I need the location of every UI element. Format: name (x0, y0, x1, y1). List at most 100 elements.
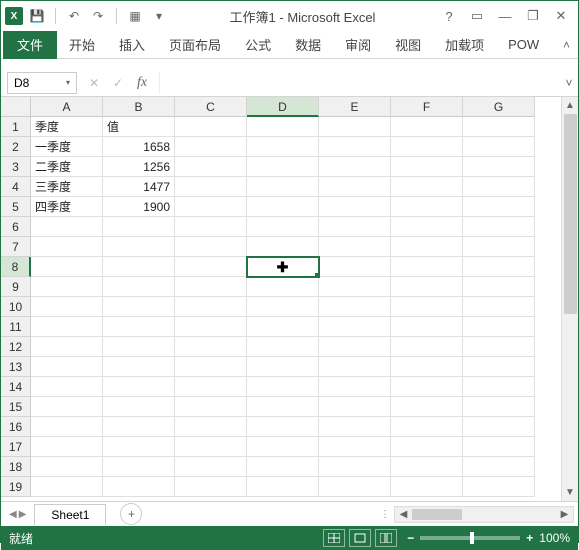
cell[interactable] (463, 357, 535, 377)
cell[interactable] (103, 457, 175, 477)
cell[interactable] (463, 417, 535, 437)
cell[interactable] (319, 337, 391, 357)
cell[interactable] (103, 317, 175, 337)
split-handle-icon[interactable]: ⋮ (380, 509, 390, 520)
cell[interactable] (31, 257, 103, 277)
collapse-ribbon-button[interactable]: ˄ (555, 38, 578, 52)
cell[interactable] (319, 357, 391, 377)
cell[interactable] (319, 217, 391, 237)
cell[interactable] (247, 237, 319, 257)
tab-formulas[interactable]: 公式 (233, 31, 283, 59)
cell[interactable] (319, 437, 391, 457)
cell[interactable] (247, 397, 319, 417)
cell[interactable] (31, 457, 103, 477)
row-header[interactable]: 19 (1, 477, 31, 497)
cell[interactable] (103, 237, 175, 257)
cell[interactable] (463, 217, 535, 237)
cell[interactable] (247, 457, 319, 477)
cell[interactable] (31, 277, 103, 297)
cell[interactable] (463, 237, 535, 257)
cell[interactable] (31, 397, 103, 417)
cell[interactable] (103, 437, 175, 457)
sheet-tab[interactable]: Sheet1 (34, 504, 106, 525)
vertical-scrollbar[interactable]: ▲ ▼ (561, 97, 578, 501)
cell[interactable]: 二季度 (31, 157, 103, 177)
row-header[interactable]: 16 (1, 417, 31, 437)
cell[interactable] (319, 117, 391, 137)
cells-area[interactable]: 季度值一季度1658二季度1256三季度1477四季度1900✚ (31, 117, 535, 497)
cell[interactable] (463, 337, 535, 357)
row-header[interactable]: 17 (1, 437, 31, 457)
sheet-nav-prev-button[interactable]: ◀ (9, 509, 17, 520)
tab-view[interactable]: 视图 (383, 31, 433, 59)
cell[interactable] (103, 357, 175, 377)
row-header[interactable]: 14 (1, 377, 31, 397)
column-header[interactable]: A (31, 97, 103, 117)
vertical-scroll-thumb[interactable] (564, 114, 577, 314)
row-header[interactable]: 4 (1, 177, 31, 197)
expand-formula-bar-button[interactable]: ˅ (560, 76, 578, 90)
cell[interactable]: 1658 (103, 137, 175, 157)
cell[interactable] (175, 177, 247, 197)
cell[interactable] (175, 397, 247, 417)
cell[interactable] (247, 137, 319, 157)
scroll-left-button[interactable]: ◀ (395, 509, 412, 520)
cell[interactable] (247, 297, 319, 317)
column-header[interactable]: F (391, 97, 463, 117)
horizontal-scrollbar[interactable]: ◀ ▶ (394, 506, 574, 523)
cell[interactable] (463, 297, 535, 317)
row-header[interactable]: 13 (1, 357, 31, 377)
cell[interactable] (175, 197, 247, 217)
cell[interactable] (175, 117, 247, 137)
cell[interactable] (31, 337, 103, 357)
cell[interactable] (31, 317, 103, 337)
row-header[interactable]: 12 (1, 337, 31, 357)
cell[interactable] (391, 277, 463, 297)
cell[interactable] (391, 377, 463, 397)
cell[interactable] (175, 297, 247, 317)
page-break-view-button[interactable] (375, 529, 397, 547)
cell[interactable] (103, 337, 175, 357)
row-header[interactable]: 8 (1, 257, 31, 277)
row-header[interactable]: 5 (1, 197, 31, 217)
column-header[interactable]: E (319, 97, 391, 117)
formula-input[interactable] (159, 72, 560, 94)
cell[interactable] (175, 477, 247, 497)
cell[interactable] (247, 437, 319, 457)
ribbon-display-options-button[interactable]: ▭ (464, 5, 490, 27)
cell[interactable] (319, 277, 391, 297)
cell[interactable] (175, 357, 247, 377)
cell[interactable] (463, 397, 535, 417)
cell[interactable]: 1477 (103, 177, 175, 197)
sheet-nav-next-button[interactable]: ▶ (19, 509, 27, 520)
cell[interactable] (319, 257, 391, 277)
cell[interactable] (391, 237, 463, 257)
cell[interactable] (391, 137, 463, 157)
scroll-up-button[interactable]: ▲ (562, 97, 578, 114)
restore-button[interactable]: ❐ (520, 5, 546, 27)
name-box-dropdown-icon[interactable]: ▾ (66, 78, 70, 87)
tab-file[interactable]: 文件 (3, 31, 57, 59)
cell[interactable]: 1900 (103, 197, 175, 217)
cell[interactable] (103, 277, 175, 297)
cell[interactable] (463, 317, 535, 337)
cell[interactable] (247, 197, 319, 217)
tab-review[interactable]: 审阅 (333, 31, 383, 59)
save-button[interactable]: 💾 (27, 6, 47, 26)
cell[interactable] (463, 157, 535, 177)
cell[interactable] (247, 277, 319, 297)
cell[interactable] (247, 157, 319, 177)
row-header[interactable]: 6 (1, 217, 31, 237)
cell[interactable] (463, 457, 535, 477)
cell[interactable] (103, 257, 175, 277)
row-header[interactable]: 15 (1, 397, 31, 417)
cell[interactable] (31, 377, 103, 397)
cell[interactable] (175, 137, 247, 157)
tab-data[interactable]: 数据 (283, 31, 333, 59)
cell[interactable] (463, 137, 535, 157)
cell[interactable] (103, 377, 175, 397)
cell[interactable] (463, 257, 535, 277)
cell[interactable] (31, 417, 103, 437)
help-button[interactable]: ? (436, 5, 462, 27)
cell[interactable] (391, 337, 463, 357)
